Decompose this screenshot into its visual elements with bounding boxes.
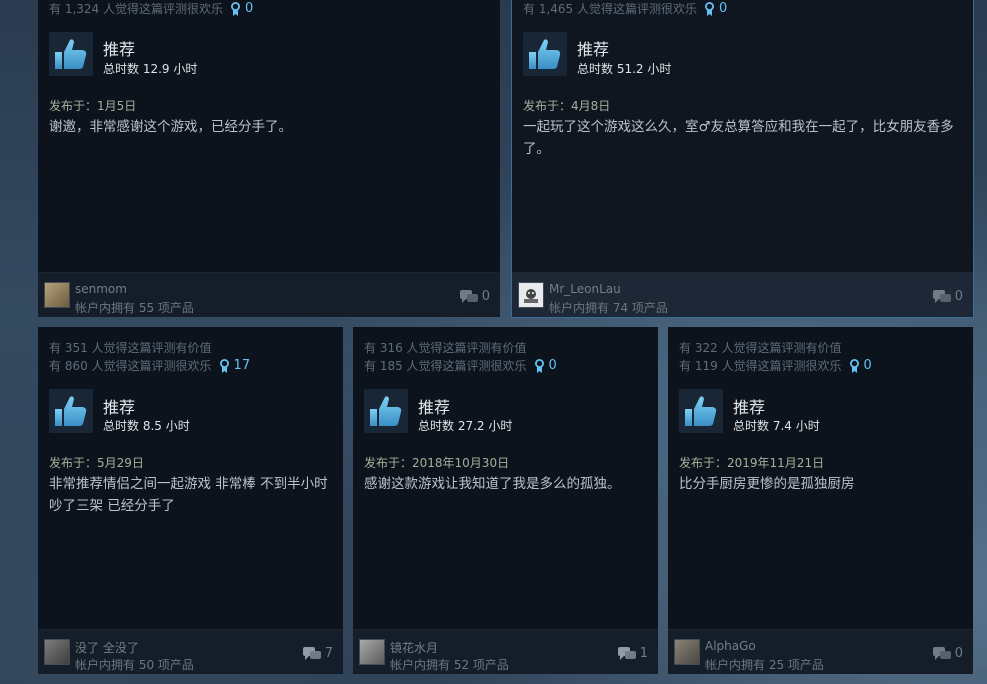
review-verdict: 推荐	[733, 398, 766, 417]
award-ribbon-icon[interactable]	[219, 359, 230, 374]
funny-count: 有 1,465 人觉得这篇评测很欢乐	[523, 2, 697, 16]
comment-count[interactable]: 7	[302, 646, 333, 661]
avatar[interactable]	[359, 639, 385, 665]
comment-count-value: 0	[954, 646, 963, 661]
owned-products: 帐户内拥有 74 项产品	[549, 301, 668, 315]
posted-date: 发布于：2019年11月21日	[679, 456, 825, 470]
avatar[interactable]	[44, 282, 70, 308]
comment-count-value: 0	[481, 289, 490, 304]
helpful-count: 有 316 人觉得这篇评测有价值	[364, 341, 527, 355]
posted-date: 发布于：1月5日	[49, 99, 137, 113]
playtime-hours: 总时数 8.5 小时	[103, 419, 190, 433]
funny-count-row: 有 1,465 人觉得这篇评测很欢乐 0	[523, 0, 727, 17]
award-ribbon-icon[interactable]	[534, 359, 545, 374]
author-name[interactable]: 镜花水月	[390, 639, 438, 656]
owned-products: 帐户内拥有 25 项产品	[705, 658, 824, 672]
avatar[interactable]	[518, 282, 544, 308]
comment-count[interactable]: 0	[932, 646, 963, 661]
playtime-hours: 总时数 27.2 小时	[418, 419, 513, 433]
thumbs-up-icon[interactable]	[49, 32, 93, 76]
funny-count-row: 有 119 人觉得这篇评测很欢乐 0	[679, 357, 872, 374]
playtime-hours: 总时数 7.4 小时	[733, 419, 820, 433]
avatar[interactable]	[44, 639, 70, 665]
funny-count: 有 119 人觉得这篇评测很欢乐	[679, 359, 842, 373]
review-verdict: 推荐	[418, 398, 451, 417]
avatar[interactable]	[674, 639, 700, 665]
award-count: 0	[548, 358, 557, 373]
award-ribbon-icon[interactable]	[849, 359, 860, 374]
author-name[interactable]: 没了 全没了	[75, 639, 139, 656]
author-name[interactable]: Mr_LeonLau	[549, 282, 621, 296]
posted-date: 发布于：2018年10月30日	[364, 456, 510, 470]
award-ribbon-icon[interactable]	[230, 2, 241, 17]
owned-products: 帐户内拥有 50 项产品	[75, 658, 194, 672]
comment-bubble-icon	[459, 289, 478, 303]
review-footer: Mr_LeonLau 帐户内拥有 74 项产品 0	[512, 272, 973, 317]
comment-count[interactable]: 0	[932, 289, 963, 304]
review-footer: 镜花水月 帐户内拥有 52 项产品 1	[353, 629, 658, 674]
award-count: 0	[244, 1, 254, 16]
review-verdict: 推荐	[577, 40, 610, 59]
comment-count-value: 0	[954, 289, 963, 304]
funny-count: 有 860 人觉得这篇评测很欢乐	[49, 359, 212, 373]
funny-count-row: 有 860 人觉得这篇评测很欢乐 17	[49, 357, 250, 374]
review-text: 比分手厨房更惨的是孤独厨房	[679, 476, 855, 492]
helpful-count: 有 351 人觉得这篇评测有价值	[49, 341, 212, 355]
award-count: 0	[718, 1, 728, 16]
funny-count: 有 1,324 人觉得这篇评测很欢乐	[49, 2, 223, 16]
review-text: 谢邀，非常感谢这个游戏，已经分手了。	[49, 119, 292, 135]
award-count: 17	[233, 358, 251, 373]
playtime-hours: 总时数 51.2 小时	[577, 62, 672, 76]
funny-count-row: 有 1,324 人觉得这篇评测很欢乐 0	[49, 0, 253, 17]
review-card[interactable]: 有 1,465 人觉得这篇评测很欢乐 0 推荐 总时数 51.2 小时 发布于：…	[511, 0, 974, 318]
thumbs-up-icon[interactable]	[364, 389, 408, 433]
review-text: 非常推荐情侣之间一起游戏 非常棒 不到半小时 吵了三架 已经分手了	[49, 476, 328, 514]
comment-bubble-icon	[932, 289, 951, 303]
review-card[interactable]: 有 351 人觉得这篇评测有价值 有 860 人觉得这篇评测很欢乐 17 推荐 …	[38, 327, 343, 674]
award-ribbon-icon[interactable]	[704, 2, 715, 17]
comment-count-value: 7	[324, 646, 333, 661]
thumbs-up-icon[interactable]	[49, 389, 93, 433]
comment-bubble-icon	[617, 646, 636, 660]
owned-products: 帐户内拥有 52 项产品	[390, 658, 509, 672]
review-verdict: 推荐	[103, 40, 136, 59]
review-text: 一起玩了这个游戏这么久，室♂友总算答应和我在一起了，比女朋友香多了。	[523, 119, 954, 157]
author-name[interactable]: senmom	[75, 282, 127, 296]
owned-products: 帐户内拥有 55 项产品	[75, 301, 194, 315]
thumbs-up-icon[interactable]	[523, 32, 567, 76]
author-name[interactable]: AlphaGo	[705, 639, 756, 653]
review-footer: senmom 帐户内拥有 55 项产品 0	[38, 272, 500, 317]
posted-date: 发布于：4月8日	[523, 99, 611, 113]
comment-bubble-icon	[302, 646, 321, 660]
playtime-hours: 总时数 12.9 小时	[103, 62, 198, 76]
review-card[interactable]: 有 1,324 人觉得这篇评测很欢乐 0 推荐 总时数 12.9 小时 发布于：…	[38, 0, 500, 317]
comment-count-value: 1	[639, 646, 648, 661]
review-card[interactable]: 有 316 人觉得这篇评测有价值 有 185 人觉得这篇评测很欢乐 0 推荐 总…	[353, 327, 658, 674]
review-footer: 没了 全没了 帐户内拥有 50 项产品 7	[38, 629, 343, 674]
review-footer: AlphaGo 帐户内拥有 25 项产品 0	[668, 629, 973, 674]
comment-count[interactable]: 0	[459, 289, 490, 304]
funny-count: 有 185 人觉得这篇评测很欢乐	[364, 359, 527, 373]
funny-count-row: 有 185 人觉得这篇评测很欢乐 0	[364, 357, 557, 374]
comment-count[interactable]: 1	[617, 646, 648, 661]
comment-bubble-icon	[932, 646, 951, 660]
review-text: 感谢这款游戏让我知道了我是多么的孤独。	[364, 476, 621, 492]
helpful-count: 有 322 人觉得这篇评测有价值	[679, 341, 842, 355]
award-count: 0	[863, 358, 872, 373]
review-verdict: 推荐	[103, 398, 136, 417]
review-card[interactable]: 有 322 人觉得这篇评测有价值 有 119 人觉得这篇评测很欢乐 0 推荐 总…	[668, 327, 973, 674]
posted-date: 发布于：5月29日	[49, 456, 144, 470]
thumbs-up-icon[interactable]	[679, 389, 723, 433]
